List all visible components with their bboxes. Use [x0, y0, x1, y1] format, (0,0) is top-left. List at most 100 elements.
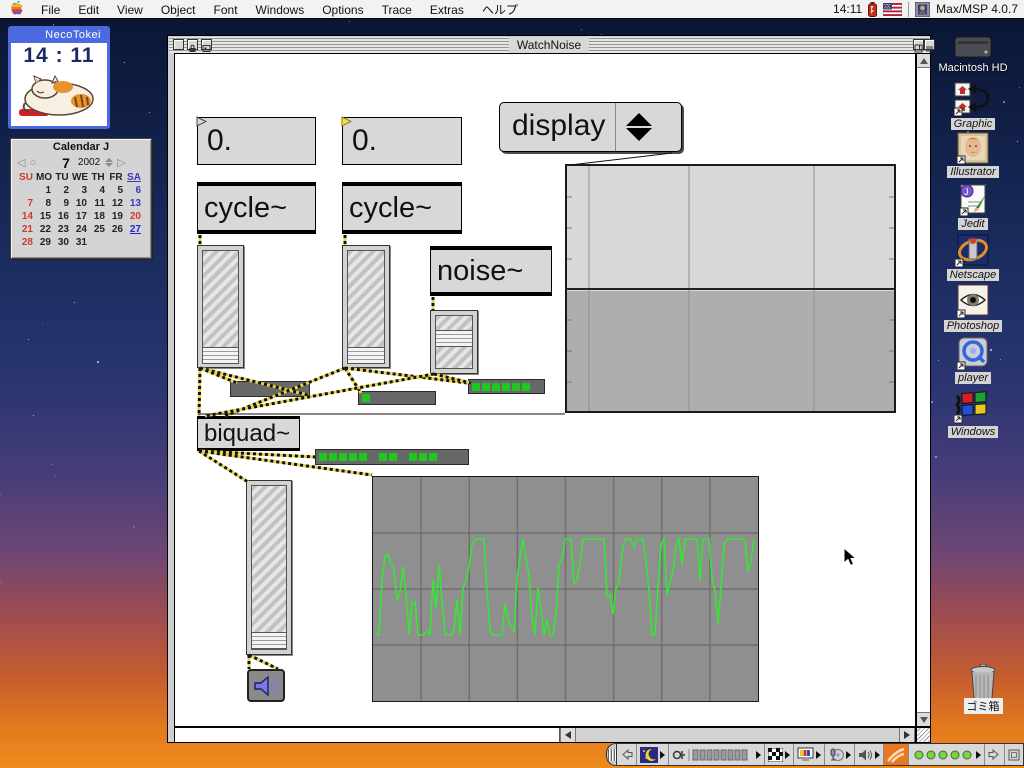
- calendar-window[interactable]: Calendar J ◁ ○ 7 2002 ▷ SUMOTUWETHFRSA 1…: [10, 138, 152, 259]
- dac-speaker-button[interactable]: [247, 669, 285, 702]
- close-box[interactable]: [173, 39, 184, 50]
- calendar-day[interactable]: 2: [53, 184, 71, 197]
- calendar-day[interactable]: 23: [53, 223, 71, 236]
- calendar-day[interactable]: 7: [17, 197, 35, 210]
- active-app-name[interactable]: Max/MSP 4.0.7: [936, 2, 1018, 16]
- noise-object[interactable]: noise~: [430, 246, 552, 296]
- patcher-title-bar[interactable]: WatchNoise: [169, 37, 929, 53]
- us-flag-icon[interactable]: [883, 3, 902, 16]
- calendar-day[interactable]: 1: [35, 184, 53, 197]
- calendar-day[interactable]: 5: [107, 184, 125, 197]
- today-circle-icon[interactable]: ○: [29, 157, 36, 169]
- palette-button[interactable]: [201, 39, 212, 50]
- calendar-day[interactable]: 8: [35, 197, 53, 210]
- collapse-box[interactable]: [924, 39, 935, 50]
- desktop-icon-jedit[interactable]: J Jedit: [925, 182, 1021, 230]
- desktop-icon-macintosh-hd[interactable]: Macintosh HD: [925, 34, 1021, 74]
- cycle-object-1[interactable]: cycle~: [197, 182, 316, 234]
- vertical-scrollbar[interactable]: [916, 53, 931, 727]
- calendar-day[interactable]: 19: [107, 210, 125, 223]
- collapse-arrow-module[interactable]: [617, 744, 637, 765]
- max-app-icon[interactable]: [915, 2, 930, 17]
- calendar-day[interactable]: 6: [125, 184, 143, 197]
- scroll-up-arrow[interactable]: [917, 54, 930, 68]
- patcher-canvas[interactable]: 0. 0. cycle~ cycle~ noise~ biquad~ displ…: [174, 53, 916, 727]
- calendar-day[interactable]: 24: [71, 223, 89, 236]
- cycle-object-2[interactable]: cycle~: [342, 182, 462, 234]
- slider-freq-1[interactable]: [197, 245, 244, 368]
- menubar-item-View[interactable]: View: [108, 3, 152, 17]
- biquad-object[interactable]: biquad~: [197, 416, 300, 451]
- calendar-day[interactable]: 14: [17, 210, 35, 223]
- spectrogram-display[interactable]: [565, 164, 896, 413]
- menu-clock[interactable]: 14:11: [833, 2, 862, 16]
- desktop-icon-illustrator[interactable]: Illustrator: [925, 132, 1021, 178]
- color-depth-module[interactable]: [794, 744, 825, 765]
- year-stepper[interactable]: [105, 158, 113, 167]
- calendar-day[interactable]: 4: [89, 184, 107, 197]
- calendar-day[interactable]: 22: [35, 223, 53, 236]
- calendar-day[interactable]: 10: [71, 197, 89, 210]
- prev-month-icon[interactable]: ◁: [17, 156, 25, 169]
- calendar-day[interactable]: 26: [107, 223, 125, 236]
- calendar-day[interactable]: 3: [71, 184, 89, 197]
- slider-freq-2[interactable]: [342, 245, 390, 368]
- sound-input-module[interactable]: [825, 744, 855, 765]
- sound-volume-module[interactable]: [669, 744, 765, 765]
- menubar-item-Trace[interactable]: Trace: [373, 3, 421, 17]
- calendar-day[interactable]: 31: [71, 236, 89, 249]
- calendar-day[interactable]: 27: [125, 223, 143, 236]
- calendar-day[interactable]: 13: [125, 197, 143, 210]
- desktop-icon-player[interactable]: player: [925, 336, 1021, 384]
- calendar-day[interactable]: 9: [53, 197, 71, 210]
- battery-level-module[interactable]: [909, 744, 985, 765]
- horizontal-scroll-track[interactable]: [576, 728, 899, 742]
- calendar-day[interactable]: 30: [53, 236, 71, 249]
- next-month-icon[interactable]: ▷: [117, 156, 125, 169]
- menubar-item-Options[interactable]: Options: [313, 3, 372, 17]
- menubar-item-Extras[interactable]: Extras: [421, 3, 473, 17]
- sound-output-module[interactable]: [855, 744, 884, 765]
- menubar-item-Edit[interactable]: Edit: [69, 3, 108, 17]
- slider-output-gain[interactable]: [246, 480, 292, 655]
- necotokei-window[interactable]: NecoTokei 14 : 11: [8, 26, 110, 129]
- calendar-day[interactable]: 18: [89, 210, 107, 223]
- expand-arrow-module[interactable]: [985, 744, 1005, 765]
- calendar-day[interactable]: 21: [17, 223, 35, 236]
- oscilloscope[interactable]: [372, 476, 759, 702]
- calendar-day[interactable]: 28: [17, 236, 35, 249]
- calendar-day[interactable]: 20: [125, 210, 143, 223]
- apple-menu-icon[interactable]: [0, 0, 32, 19]
- end-cap-module[interactable]: [1005, 744, 1023, 765]
- scroll-right-arrow[interactable]: [899, 728, 915, 742]
- calendar-day[interactable]: 11: [89, 197, 107, 210]
- patcher-window[interactable]: WatchNoise 0. 0. cycle~ cycle~ noise~ bi…: [167, 35, 931, 743]
- zoom-box[interactable]: [913, 39, 924, 50]
- network-signal-module[interactable]: [884, 744, 909, 765]
- desktop-icon-photoshop[interactable]: Photoshop: [925, 284, 1021, 332]
- number-box-1[interactable]: 0.: [197, 117, 316, 165]
- calendar-day[interactable]: 29: [35, 236, 53, 249]
- display-popup-menu[interactable]: display: [499, 102, 682, 152]
- calendar-day[interactable]: 16: [53, 210, 71, 223]
- menubar-item-Object[interactable]: Object: [152, 3, 205, 17]
- desktop-icon-graphic[interactable]: Graphic: [925, 82, 1021, 130]
- control-strip-tab[interactable]: [606, 743, 616, 766]
- slider-noise-gain[interactable]: [430, 310, 478, 374]
- desktop-icon-netscape[interactable]: Netscape: [925, 233, 1021, 281]
- trash-icon[interactable]: ゴミ箱: [948, 664, 1018, 714]
- control-strip[interactable]: [606, 743, 1024, 766]
- menubar-item-Windows[interactable]: Windows: [247, 3, 314, 17]
- calendar-day[interactable]: 15: [35, 210, 53, 223]
- scroll-down-arrow[interactable]: [917, 712, 930, 726]
- calendar-day[interactable]: 12: [107, 197, 125, 210]
- calendar-day[interactable]: 17: [71, 210, 89, 223]
- number-box-2[interactable]: 0.: [342, 117, 462, 165]
- desktop-icon-windows[interactable]: Windows: [925, 388, 1021, 438]
- lock-button[interactable]: [187, 39, 198, 50]
- menubar-item-ヘルプ[interactable]: ヘルプ: [473, 3, 527, 17]
- window-resize-grip[interactable]: [916, 727, 931, 743]
- energy-saver-module[interactable]: [637, 744, 669, 765]
- menubar-item-Font[interactable]: Font: [205, 3, 247, 17]
- menubar-item-File[interactable]: File: [32, 3, 69, 17]
